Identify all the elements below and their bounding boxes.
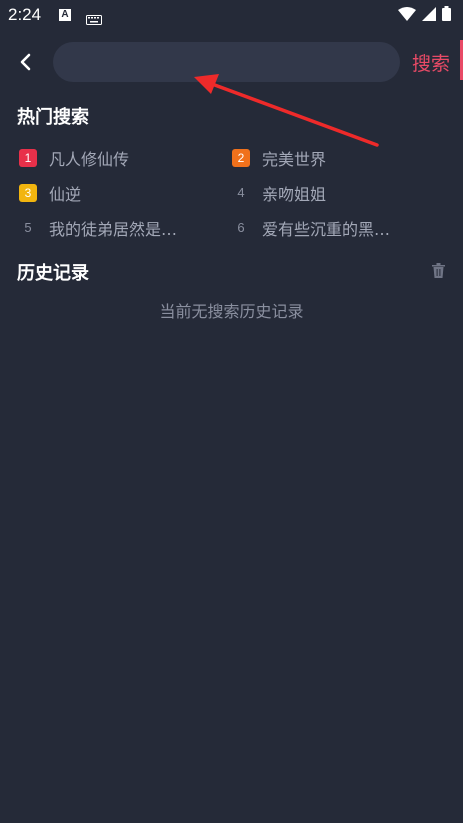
signal-icon — [422, 6, 436, 25]
rank-badge: 1 — [19, 149, 37, 167]
hot-item-label: 爱有些沉重的黑… — [262, 220, 391, 239]
rank-number: 4 — [237, 185, 245, 200]
hot-item-6[interactable]: 6 爱有些沉重的黑… — [232, 217, 390, 239]
a-notification-icon: A — [59, 9, 71, 21]
hot-item-4[interactable]: 4 亲吻姐姐 — [232, 182, 326, 204]
search-input[interactable] — [53, 42, 400, 82]
search-button[interactable]: 搜索 — [412, 49, 450, 76]
status-bar: 2:24 A — [0, 0, 463, 32]
search-bar: 搜索 — [0, 42, 463, 82]
hot-item-label: 我的徒弟居然是… — [49, 220, 178, 239]
hot-item-label: 完美世界 — [262, 150, 327, 169]
chevron-left-icon[interactable] — [12, 48, 40, 76]
wifi-icon — [398, 6, 416, 25]
history-title: 历史记录 — [17, 263, 89, 284]
keyboard-icon — [86, 10, 102, 29]
hot-item-label: 仙逆 — [49, 185, 82, 204]
hot-item-label: 凡人修仙传 — [49, 150, 130, 169]
battery-icon — [442, 6, 451, 25]
status-time: 2:24 — [8, 5, 42, 24]
empty-history-text: 当前无搜索历史记录 — [159, 302, 304, 321]
status-icons — [398, 6, 451, 25]
hot-item-label: 亲吻姐姐 — [262, 185, 327, 204]
hot-item-3[interactable]: 3 仙逆 — [19, 182, 81, 204]
hot-item-5[interactable]: 5 我的徒弟居然是… — [19, 217, 177, 239]
rank-number: 5 — [24, 220, 32, 235]
hot-search-title: 热门搜索 — [17, 107, 89, 128]
hot-item-1[interactable]: 1 凡人修仙传 — [19, 147, 129, 169]
hot-item-2[interactable]: 2 完美世界 — [232, 147, 326, 169]
trash-icon[interactable] — [432, 263, 445, 278]
rank-badge: 3 — [19, 184, 37, 202]
rank-badge: 2 — [232, 149, 250, 167]
rank-number: 6 — [237, 220, 245, 235]
